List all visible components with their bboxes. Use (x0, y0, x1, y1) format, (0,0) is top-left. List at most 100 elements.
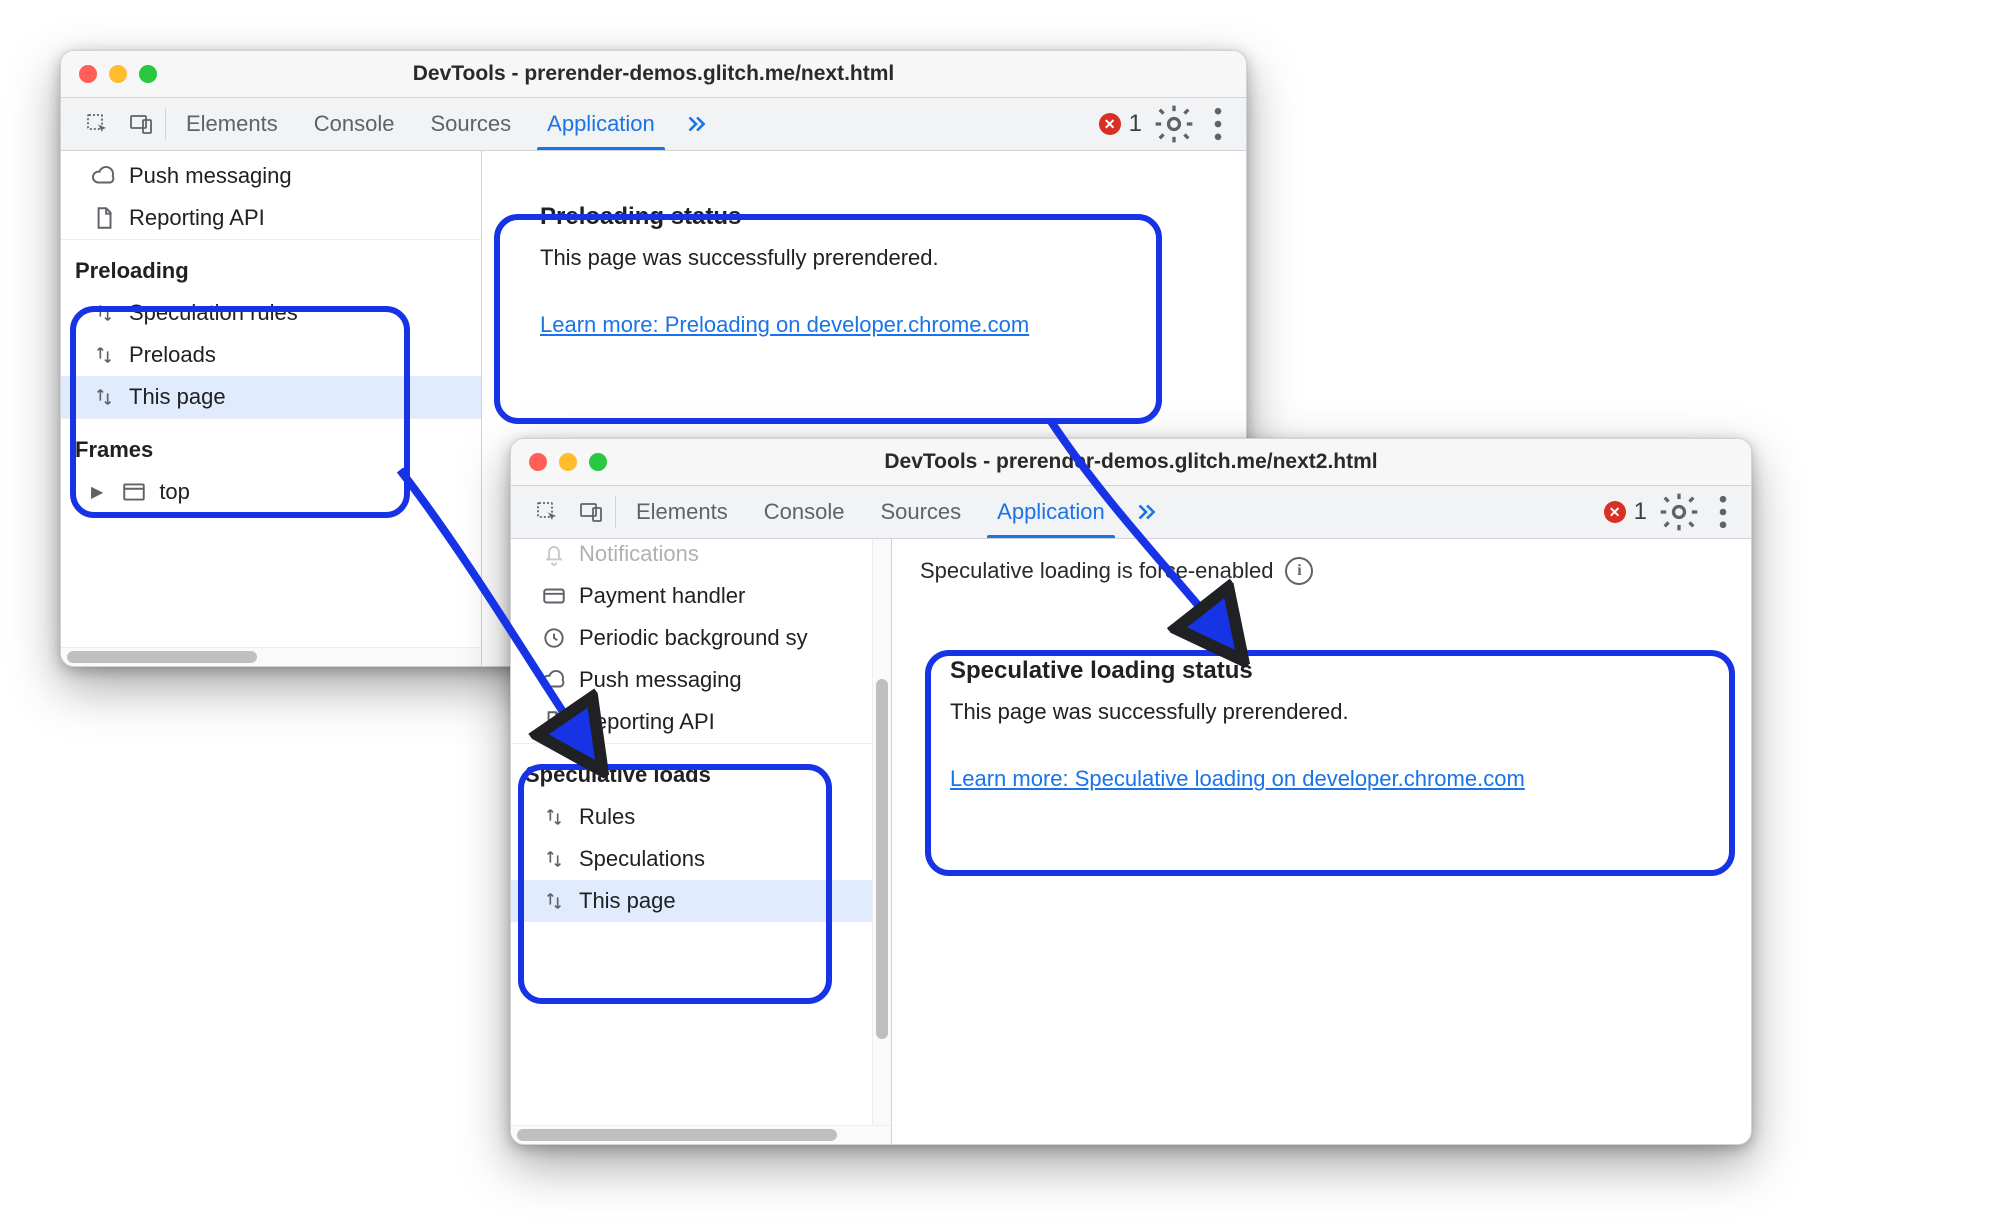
minimize-window-dot[interactable] (109, 65, 127, 83)
window-traffic-lights (79, 65, 157, 83)
tab-label: Sources (430, 111, 511, 137)
preloading-status-panel: Preloading status This page was successf… (512, 179, 1216, 367)
swap-icon (91, 302, 117, 324)
sidebar-item-reporting-api[interactable]: Reporting API (61, 197, 481, 239)
devtools-tabbar: Elements Console Sources Application ✕ 1 (61, 98, 1246, 151)
sidebar-item-label: Push messaging (129, 163, 292, 189)
separator (165, 108, 166, 140)
inspect-element-icon[interactable] (75, 98, 119, 150)
info-icon[interactable]: i (1285, 557, 1313, 585)
window-titlebar[interactable]: DevTools - prerender-demos.glitch.me/nex… (511, 439, 1751, 486)
tab-label: Sources (880, 499, 961, 525)
swap-icon (541, 848, 567, 870)
section-title: Speculative loads (525, 762, 711, 787)
sidebar-item-label: Preloads (129, 342, 216, 368)
clock-icon (541, 625, 567, 651)
tab-application[interactable]: Application (529, 98, 673, 150)
section-title: Preloading (75, 258, 189, 283)
sidebar-item-frame-top[interactable]: ▶ top (61, 471, 481, 513)
vertical-scrollbar[interactable] (872, 539, 891, 1126)
devtools-window-2: DevTools - prerender-demos.glitch.me/nex… (510, 438, 1752, 1145)
file-icon (541, 709, 567, 735)
tab-sources[interactable]: Sources (862, 486, 979, 538)
separator (615, 496, 616, 528)
status-heading: Preloading status (540, 203, 1188, 231)
error-counter[interactable]: ✕ 1 (1594, 486, 1657, 538)
sidebar-section-preloading[interactable]: Preloading (61, 239, 481, 292)
tab-label: Application (997, 499, 1105, 525)
tab-elements[interactable]: Elements (168, 98, 296, 150)
swap-icon (91, 344, 117, 366)
speculative-status-panel: Speculative loading status This page was… (922, 633, 1721, 821)
sidebar-item-label: Rules (579, 804, 635, 830)
sidebar-item-periodic-bg-sync[interactable]: Periodic background sy (511, 617, 891, 659)
sidebar-item-this-page[interactable]: This page (511, 880, 891, 922)
scrollbar-thumb[interactable] (517, 1129, 837, 1141)
sidebar-item-push-messaging[interactable]: Push messaging (61, 155, 481, 197)
device-toggle-icon[interactable] (119, 98, 163, 150)
bell-icon (541, 541, 567, 567)
sidebar-item-this-page[interactable]: This page (61, 376, 481, 418)
close-window-dot[interactable] (79, 65, 97, 83)
horizontal-scrollbar[interactable] (511, 1125, 891, 1144)
tab-label: Elements (636, 499, 728, 525)
sidebar-section-frames[interactable]: Frames (61, 418, 481, 471)
swap-icon (541, 806, 567, 828)
sidebar-item-label: Speculation rules (129, 300, 298, 326)
sidebar-item-payment-handler[interactable]: Payment handler (511, 575, 891, 617)
sidebar-item-label: Notifications (579, 541, 699, 567)
tab-console[interactable]: Console (746, 486, 863, 538)
window-frame-icon (121, 479, 147, 505)
tab-console[interactable]: Console (296, 98, 413, 150)
sidebar-item-label: This page (129, 384, 226, 410)
scrollbar-thumb[interactable] (67, 651, 257, 663)
sidebar-item-label: Speculations (579, 846, 705, 872)
sidebar-item-speculation-rules[interactable]: Speculation rules (61, 292, 481, 334)
inspect-element-icon[interactable] (525, 486, 569, 538)
sidebar-section-speculative-loads[interactable]: Speculative loads (511, 743, 891, 796)
tab-label: Console (764, 499, 845, 525)
file-icon (91, 205, 117, 231)
tab-sources[interactable]: Sources (412, 98, 529, 150)
scrollbar-thumb[interactable] (876, 679, 888, 1039)
sidebar-item-preloads[interactable]: Preloads (61, 334, 481, 376)
close-window-dot[interactable] (529, 453, 547, 471)
window-title: DevTools - prerender-demos.glitch.me/nex… (413, 62, 895, 86)
tab-application[interactable]: Application (979, 486, 1123, 538)
window-traffic-lights (529, 453, 607, 471)
settings-icon[interactable] (1152, 98, 1196, 150)
learn-more-link[interactable]: Learn more: Speculative loading on devel… (950, 766, 1525, 791)
sidebar-item-label: This page (579, 888, 676, 914)
more-tabs-icon[interactable] (1123, 486, 1169, 538)
minimize-window-dot[interactable] (559, 453, 577, 471)
more-menu-icon[interactable] (1701, 486, 1745, 538)
tab-elements[interactable]: Elements (618, 486, 746, 538)
learn-more-link[interactable]: Learn more: Preloading on developer.chro… (540, 312, 1029, 337)
status-heading: Speculative loading status (950, 657, 1693, 685)
error-icon: ✕ (1099, 113, 1121, 135)
error-counter[interactable]: ✕ 1 (1089, 98, 1152, 150)
sidebar-item-notifications[interactable]: Notifications (511, 539, 891, 575)
swap-icon (541, 890, 567, 912)
section-title: Frames (75, 437, 153, 462)
zoom-window-dot[interactable] (139, 65, 157, 83)
sidebar-item-reporting-api[interactable]: Reporting API (511, 701, 891, 743)
sidebar-item-label: Reporting API (579, 709, 715, 735)
window-titlebar[interactable]: DevTools - prerender-demos.glitch.me/nex… (61, 51, 1246, 98)
expand-triangle-icon[interactable]: ▶ (91, 482, 103, 502)
tab-label: Elements (186, 111, 278, 137)
more-tabs-icon[interactable] (673, 98, 719, 150)
sidebar-item-push-messaging[interactable]: Push messaging (511, 659, 891, 701)
sidebar: Notifications Payment handler Periodic b… (511, 539, 892, 1144)
sidebar: Push messaging Reporting API Preloading … (61, 151, 482, 666)
tab-label: Console (314, 111, 395, 137)
zoom-window-dot[interactable] (589, 453, 607, 471)
sidebar-item-rules[interactable]: Rules (511, 796, 891, 838)
more-menu-icon[interactable] (1196, 98, 1240, 150)
horizontal-scrollbar[interactable] (61, 647, 481, 666)
sidebar-item-label: Push messaging (579, 667, 742, 693)
device-toggle-icon[interactable] (569, 486, 613, 538)
status-text: This page was successfully prerendered. (540, 245, 1188, 271)
sidebar-item-speculations[interactable]: Speculations (511, 838, 891, 880)
settings-icon[interactable] (1657, 486, 1701, 538)
